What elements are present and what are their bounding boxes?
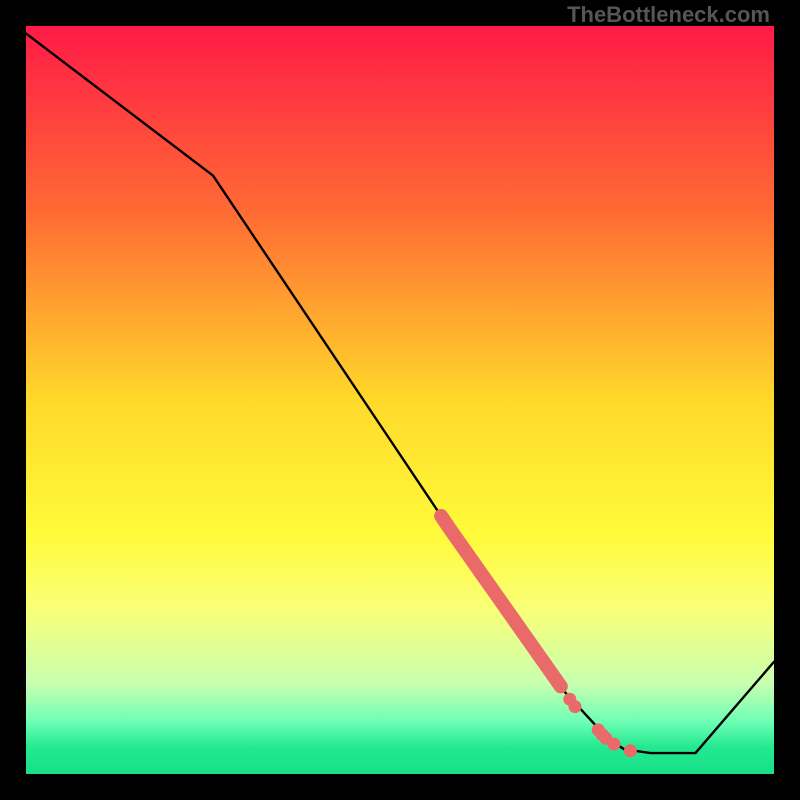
gradient-bg (26, 26, 774, 774)
highlight-dot (607, 738, 620, 751)
highlight-dot (624, 744, 637, 757)
plot-area (26, 26, 774, 774)
chart-svg (26, 26, 774, 774)
watermark-text: TheBottleneck.com (567, 2, 770, 28)
highlight-dot (569, 700, 582, 713)
